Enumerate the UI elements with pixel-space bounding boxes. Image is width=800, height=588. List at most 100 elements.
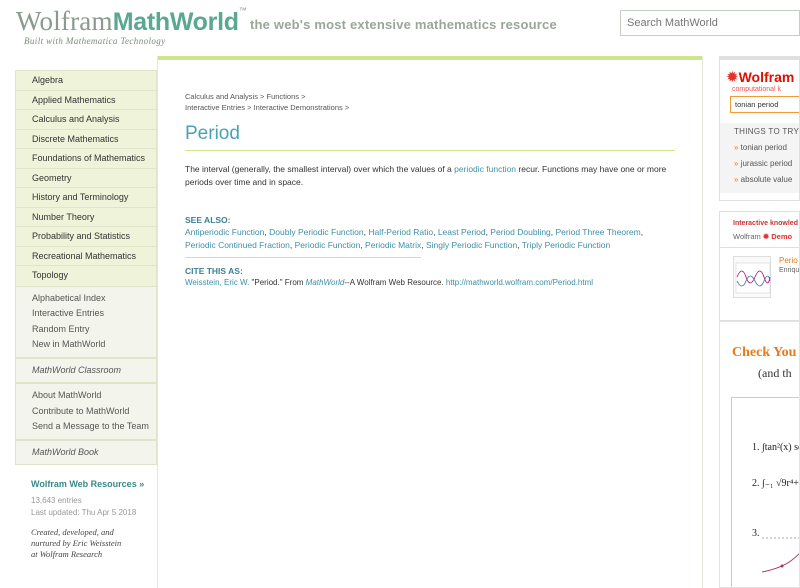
- right-sidebar: ✹Wolfram computational k tonian period T…: [719, 56, 800, 588]
- nav-number-theory[interactable]: Number Theory: [16, 207, 156, 227]
- see-also-link[interactable]: Triply Periodic Function: [522, 240, 611, 250]
- header: WolframMathWorld™ the web's most extensi…: [0, 0, 800, 55]
- logo-mathworld-text: MathWorld: [112, 8, 239, 36]
- cite-rest: --A Wolfram Web Resource.: [344, 278, 446, 287]
- topic-nav: Algebra Applied Mathematics Calculus and…: [15, 70, 157, 287]
- see-also-link[interactable]: Period Three Theorem: [556, 227, 641, 237]
- try-item[interactable]: » absolute value: [734, 175, 799, 184]
- try-item-label: jurassic period: [740, 159, 793, 168]
- nav-applied-mathematics[interactable]: Applied Mathematics: [16, 90, 156, 110]
- see-also-link[interactable]: Antiperiodic Function: [185, 227, 264, 237]
- demo-thumbnail[interactable]: [733, 256, 771, 298]
- nav-interactive-entries[interactable]: Interactive Entries: [16, 306, 156, 322]
- wolfram-alpha-subtitle: computational k: [732, 86, 782, 93]
- nav-geometry[interactable]: Geometry: [16, 168, 156, 188]
- nav-contribute[interactable]: Contribute to MathWorld: [16, 404, 156, 420]
- nav-history-and-terminology[interactable]: History and Terminology: [16, 188, 156, 208]
- nav-foundations-of-mathematics[interactable]: Foundations of Mathematics: [16, 149, 156, 169]
- last-updated: Last updated: Thu Apr 5 2018: [31, 508, 137, 517]
- nav-random-entry[interactable]: Random Entry: [16, 322, 156, 338]
- see-also-link[interactable]: Periodic Continued Fraction: [185, 240, 290, 250]
- definition-text: The interval (generally, the smallest in…: [185, 163, 675, 189]
- breadcrumb[interactable]: Calculus and Analysis > Functions > Inte…: [185, 91, 702, 113]
- mathworld-logo[interactable]: WolframMathWorld™: [16, 6, 247, 37]
- ad-headline: Check You: [732, 345, 797, 360]
- demo-brand-label: Demo: [771, 232, 793, 241]
- wolfram-alpha-logo[interactable]: ✹Wolfram: [726, 68, 799, 87]
- classroom-nav: MathWorld Classroom: [15, 358, 157, 383]
- subtagline: Built with Mathematica Technology: [24, 36, 166, 46]
- cite-author-link[interactable]: Weisstein, Eric W.: [185, 278, 249, 287]
- demo-brand[interactable]: Wolfram ✹ Demo: [733, 232, 799, 241]
- cite-mathworld-link[interactable]: MathWorld: [306, 278, 345, 287]
- credit-line: nurtured by Eric Weisstein: [31, 538, 122, 548]
- logo-wolfram-text: Wolfram: [16, 6, 113, 36]
- see-also-link[interactable]: Half-Period Ratio: [368, 227, 433, 237]
- tagline: the web's most extensive mathematics res…: [250, 17, 557, 32]
- credit-line: Created, developed, and: [31, 527, 114, 537]
- nav-discrete-mathematics[interactable]: Discrete Mathematics: [16, 129, 156, 149]
- demo-brand-wolfram: Wolfram: [733, 232, 761, 241]
- page-title: Period: [185, 123, 240, 144]
- definition-pre: The interval (generally, the smallest in…: [185, 164, 455, 174]
- periodic-function-link[interactable]: periodic function: [454, 164, 516, 174]
- see-also-link[interactable]: Singly Periodic Function: [426, 240, 517, 250]
- cite-heading: CITE THIS AS:: [185, 266, 243, 276]
- wolfram-web-resources-link[interactable]: Wolfram Web Resources »: [15, 479, 157, 489]
- things-to-try-heading: THINGS TO TRY: [734, 127, 800, 136]
- book-nav: MathWorld Book: [15, 440, 157, 465]
- cite-url-link[interactable]: http://mathworld.wolfram.com/Period.html: [446, 278, 593, 287]
- nav-probability-and-statistics[interactable]: Probability and Statistics: [16, 227, 156, 247]
- breadcrumb-line[interactable]: Interactive Entries > Interactive Demons…: [185, 102, 702, 113]
- entry-count: 13,643 entries: [31, 496, 82, 505]
- try-item-label: tonian period: [740, 143, 787, 152]
- bullet-icon: »: [734, 143, 741, 152]
- nav-algebra[interactable]: Algebra: [16, 71, 156, 91]
- about-nav: About MathWorld Contribute to MathWorld …: [15, 384, 157, 440]
- nav-calculus-and-analysis[interactable]: Calculus and Analysis: [16, 110, 156, 130]
- breadcrumb-line[interactable]: Calculus and Analysis > Functions >: [185, 91, 702, 102]
- nav-mathworld-classroom[interactable]: MathWorld Classroom: [16, 363, 156, 379]
- try-item[interactable]: » jurassic period: [734, 159, 799, 168]
- wolfram-alpha-query-input[interactable]: tonian period: [730, 96, 799, 113]
- demo-heading: Interactive knowled: [733, 220, 798, 227]
- ad-equation: 1. ∫tan²(x) sec²: [752, 442, 799, 453]
- bullet-icon: »: [734, 175, 741, 184]
- nav-new-in-mathworld[interactable]: New in MathWorld: [16, 337, 156, 353]
- see-also-link[interactable]: Periodic Function: [295, 240, 361, 250]
- site-stats: 13,643 entries Last updated: Thu Apr 5 2…: [15, 495, 157, 519]
- left-sidebar: Algebra Applied Mathematics Calculus and…: [15, 70, 157, 560]
- nav-recreational-mathematics[interactable]: Recreational Mathematics: [16, 246, 156, 266]
- demo-title-link[interactable]: Perio: [779, 256, 798, 265]
- credit: Created, developed, and nurtured by Eric…: [15, 527, 157, 560]
- nav-topology[interactable]: Topology: [16, 266, 156, 286]
- demo-star-icon: ✹: [762, 232, 770, 241]
- see-also-link[interactable]: Doubly Periodic Function: [269, 227, 364, 237]
- logo-trademark: ™: [238, 6, 247, 15]
- nav-mathworld-book[interactable]: MathWorld Book: [16, 445, 156, 461]
- credit-line: at Wolfram Research: [31, 549, 103, 559]
- try-item[interactable]: » tonian period: [734, 143, 799, 152]
- see-also-heading: SEE ALSO:: [185, 215, 231, 225]
- nav-send-message[interactable]: Send a Message to the Team: [16, 419, 156, 435]
- ad-equation: 3.: [752, 528, 760, 539]
- see-also-link[interactable]: Period Doubling: [490, 227, 550, 237]
- try-item-label: absolute value: [740, 175, 793, 184]
- widget-top-bar: [720, 57, 799, 60]
- see-also-list: Antiperiodic Function, Doubly Periodic F…: [185, 227, 644, 250]
- ad-graph-image: [762, 537, 799, 573]
- wolfram-alpha-widget: ✹Wolfram computational k tonian period T…: [719, 56, 800, 201]
- see-also-link[interactable]: Least Period: [438, 227, 486, 237]
- wolfram-alpha-logo-text: Wolfram: [738, 69, 795, 85]
- ad-equation: 2. ∫₋₁ √9r⁴+4r²: [752, 478, 799, 489]
- nav-alphabetical-index[interactable]: Alphabetical Index: [16, 291, 156, 307]
- see-also-link[interactable]: Periodic Matrix: [365, 240, 421, 250]
- demonstrations-widget: Interactive knowled Wolfram ✹ Demo Perio…: [719, 211, 800, 321]
- demo-divider: [720, 247, 799, 248]
- advertisement[interactable]: Check You (and th 1. ∫tan²(x) sec² 2. ∫₋…: [719, 321, 800, 588]
- ad-subheadline: (and th: [758, 366, 792, 380]
- nav-about-mathworld[interactable]: About MathWorld: [16, 388, 156, 404]
- ad-worksheet-image: 1. ∫tan²(x) sec² 2. ∫₋₁ √9r⁴+4r² 3.: [731, 397, 799, 587]
- wolfram-star-icon: ✹: [726, 69, 739, 86]
- search-input[interactable]: [620, 10, 800, 36]
